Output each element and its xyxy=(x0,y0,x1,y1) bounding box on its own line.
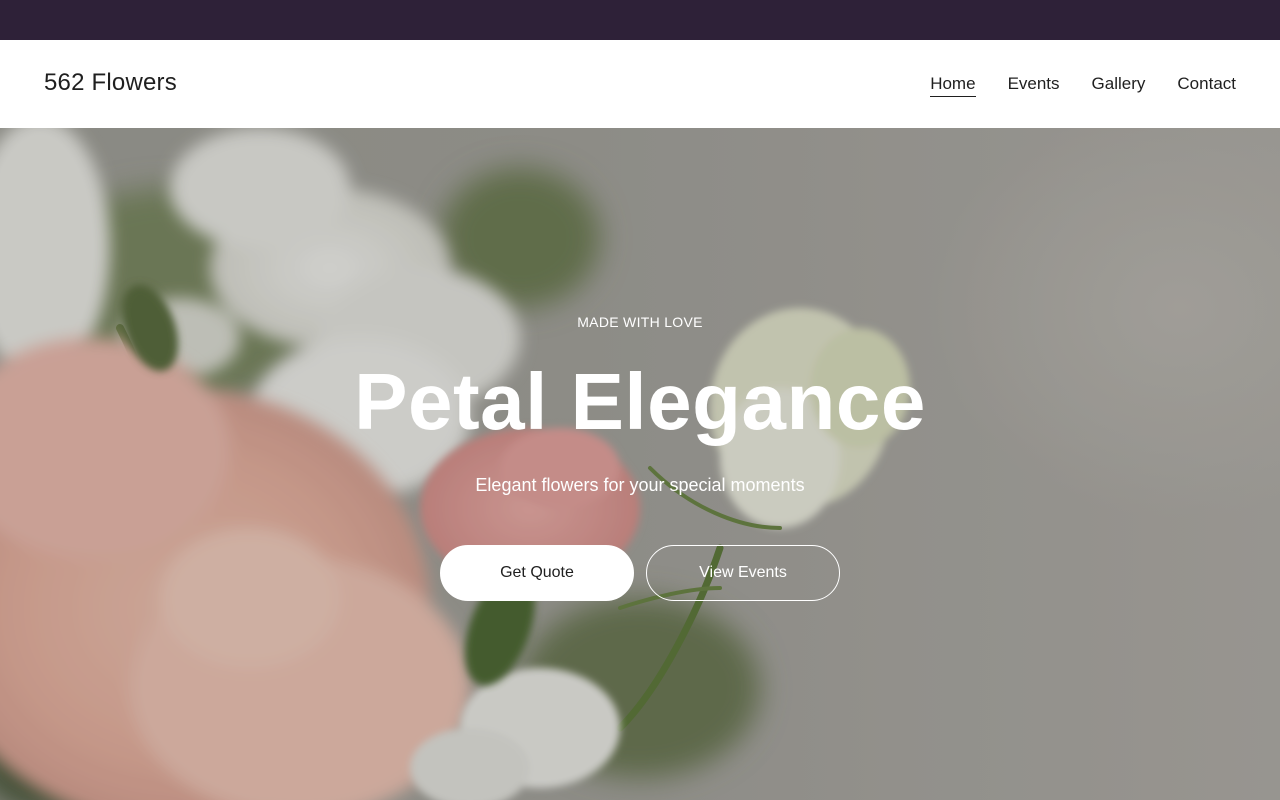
view-events-button[interactable]: View Events xyxy=(646,545,840,601)
nav-item-contact[interactable]: Contact xyxy=(1177,73,1236,97)
top-bar xyxy=(0,0,1280,40)
hero-subtitle: Elegant flowers for your special moments xyxy=(475,475,805,495)
nav-item-gallery[interactable]: Gallery xyxy=(1092,73,1146,97)
nav-item-events[interactable]: Events xyxy=(1008,73,1060,97)
nav-item-home[interactable]: Home xyxy=(930,73,976,97)
main-nav: Home Events Gallery Contact xyxy=(930,73,1236,97)
hero-eyebrow: MADE WITH LOVE xyxy=(577,314,703,330)
get-quote-button[interactable]: Get Quote xyxy=(440,545,634,601)
hero-section: MADE WITH LOVE Petal Elegance Elegant fl… xyxy=(0,128,1280,800)
hero-content: MADE WITH LOVE Petal Elegance Elegant fl… xyxy=(0,128,1280,800)
site-header: 562 Flowers Home Events Gallery Contact xyxy=(0,40,1280,128)
brand-logo[interactable]: 562 Flowers xyxy=(44,69,177,97)
hero-title: Petal Elegance xyxy=(354,357,926,446)
